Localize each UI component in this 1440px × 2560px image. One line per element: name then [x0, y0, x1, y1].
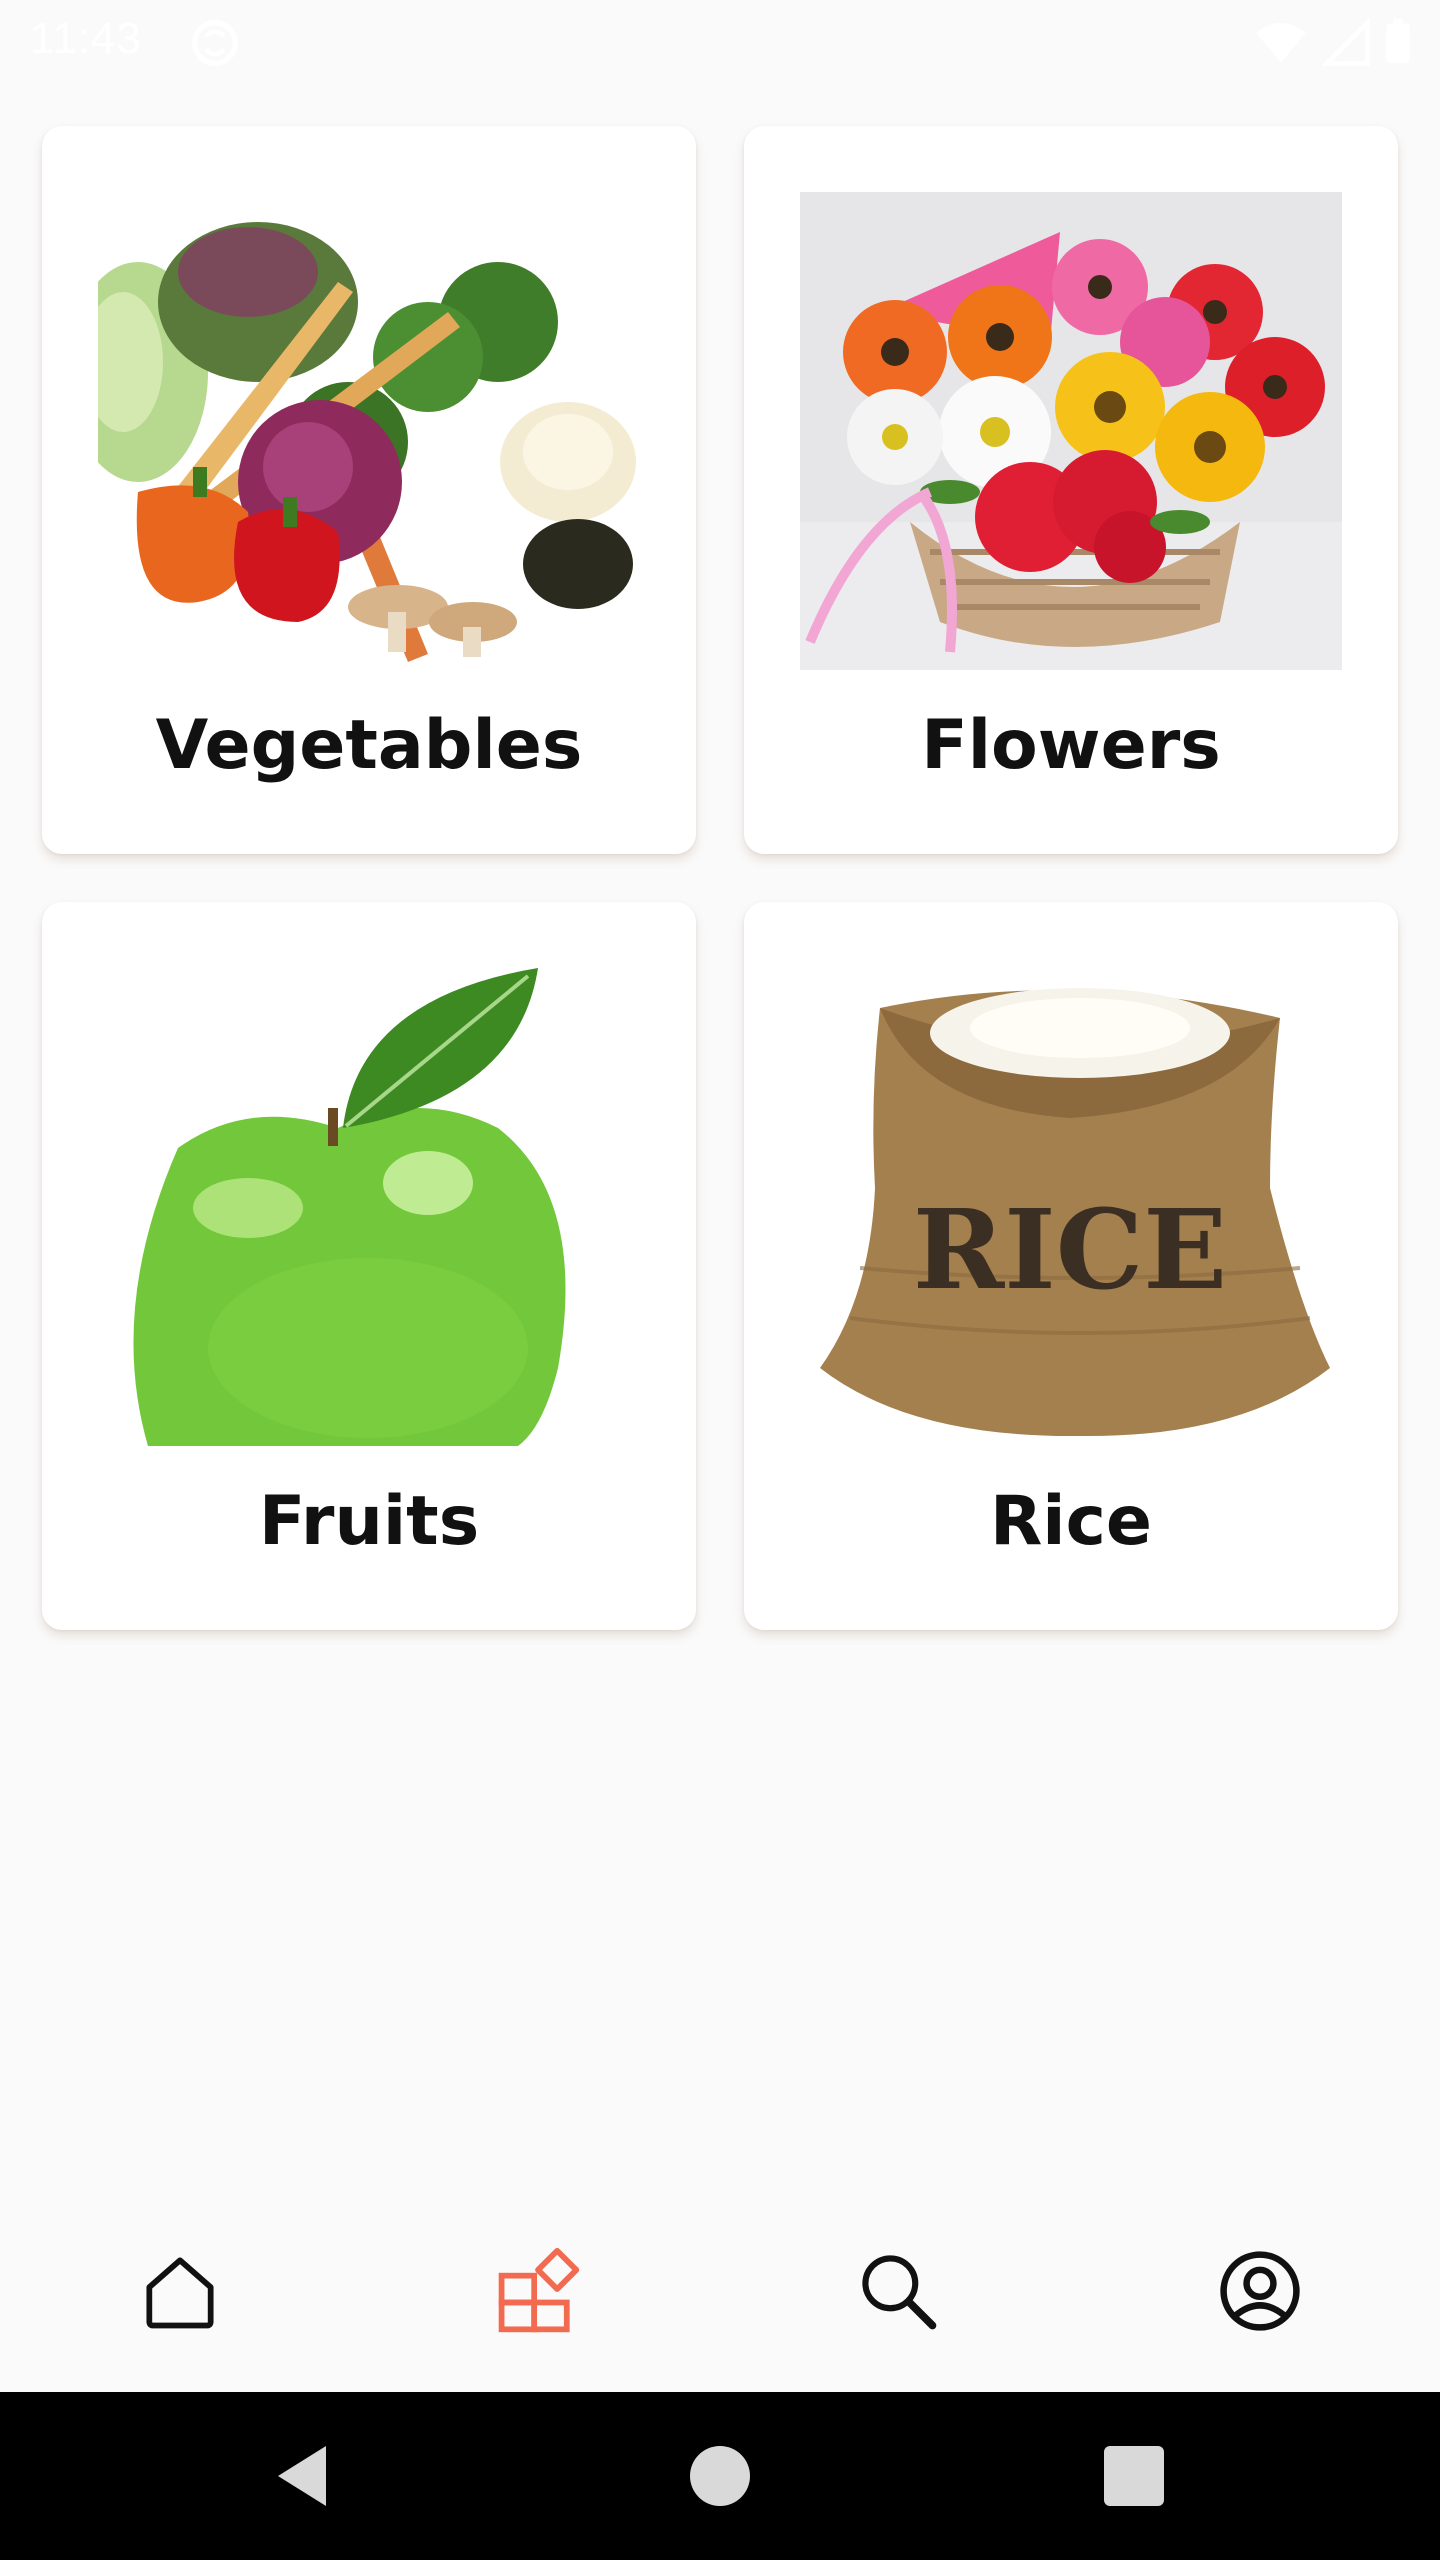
nav-profile[interactable]: [1205, 2236, 1315, 2346]
system-back-button[interactable]: [266, 2440, 338, 2512]
back-icon: [278, 2446, 326, 2506]
category-grid: Vegetables Flowers Fruits RICE Rice: [42, 126, 1398, 1630]
wifi-icon: [1256, 22, 1306, 63]
status-bar: 11:43: [0, 0, 1440, 84]
rice-image: RICE: [800, 968, 1342, 1446]
category-card-flowers[interactable]: Flowers: [744, 126, 1398, 854]
sync-icon: [192, 20, 238, 66]
category-card-rice[interactable]: RICE Rice: [744, 902, 1398, 1630]
recents-icon: [1104, 2446, 1164, 2506]
screen: 11:43 Vegetables Flowers Fruits RICE Ric…: [0, 0, 1440, 2560]
home-circle-icon: [690, 2446, 750, 2506]
nav-categories[interactable]: [483, 2236, 593, 2346]
status-right: [1254, 18, 1412, 66]
category-card-fruits[interactable]: Fruits: [42, 902, 696, 1630]
fruits-image: [98, 968, 640, 1446]
system-navigation-bar: [0, 2392, 1440, 2560]
category-title: Fruits: [258, 1482, 480, 1561]
system-recents-button[interactable]: [1098, 2440, 1170, 2512]
signal-icon: [1322, 18, 1370, 66]
system-home-button[interactable]: [684, 2440, 756, 2512]
category-card-vegetables[interactable]: Vegetables: [42, 126, 696, 854]
categories-icon: [498, 2247, 580, 2333]
category-title: Vegetables: [155, 706, 583, 785]
status-time: 11:43: [30, 14, 142, 63]
nav-search[interactable]: [843, 2236, 953, 2346]
profile-icon: [1220, 2251, 1300, 2331]
category-title: Rice: [989, 1482, 1153, 1561]
battery-icon: [1386, 18, 1410, 63]
rice-sack-text: RICE: [913, 1185, 1227, 1314]
category-title: Flowers: [921, 706, 1221, 785]
home-icon: [146, 2257, 214, 2329]
nav-home[interactable]: [125, 2236, 235, 2346]
vegetables-image: [98, 192, 640, 670]
search-icon: [862, 2255, 937, 2330]
bottom-navigation: [0, 2190, 1440, 2390]
flowers-image: [800, 192, 1342, 670]
